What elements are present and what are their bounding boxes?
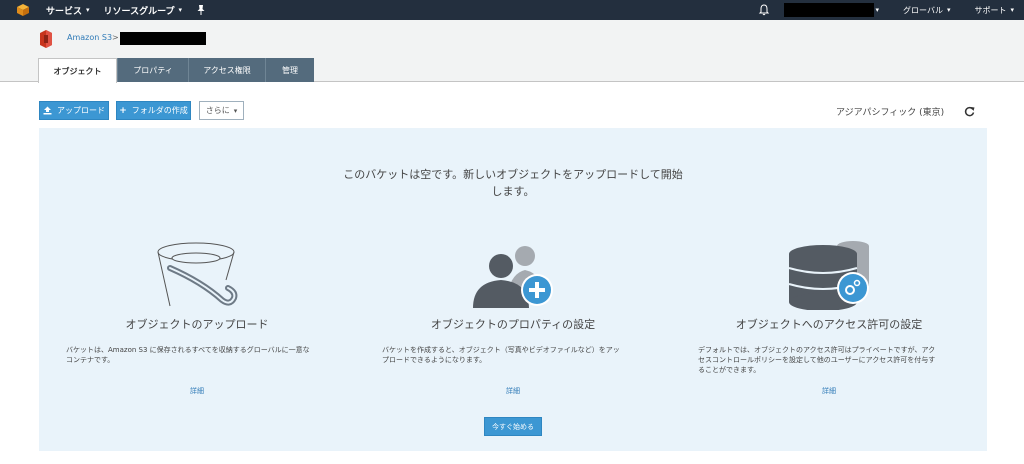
breadcrumb-amazon-s3-link[interactable]: Amazon S3 — [67, 33, 112, 42]
access-permissions-title: オブジェクトへのアクセス許可の設定 — [735, 318, 923, 331]
tab-properties-label: プロパティ — [133, 65, 173, 75]
chevron-down-icon: ▾ — [946, 6, 951, 14]
get-started-button[interactable]: 今すぐ始める — [484, 417, 542, 436]
support-menu-label: サポート — [974, 5, 1007, 15]
empty-bucket-headline: このバケットは空です。新しいオブジェクトをアップロードして開始 します。 — [39, 166, 987, 200]
refresh-icon[interactable] — [964, 106, 975, 117]
tab-management-label: 管理 — [282, 65, 298, 75]
aws-cube-logo-icon[interactable] — [14, 0, 32, 20]
desc-line: プロードできるようになります。 — [382, 356, 487, 364]
access-permissions-learn-more-link[interactable]: 詳細 — [671, 386, 987, 396]
create-folder-button-label: フォルダの作成 — [131, 106, 188, 115]
services-menu[interactable]: サービス ▾ — [46, 4, 90, 17]
more-actions-button[interactable]: さらに ▾ — [199, 101, 244, 120]
headline-line-2: します。 — [491, 185, 535, 198]
object-properties-title: オブジェクトのプロパティの設定 — [430, 318, 596, 331]
object-properties-description: バケットを作成すると、オブジェクト（写真やビデオファイルなど）をアッ プロードで… — [382, 345, 654, 365]
upload-icon — [43, 106, 52, 115]
breadcrumb-bucket-name-redacted — [120, 32, 206, 45]
top-nav-right: ▾ グローバル ▾ サポート ▾ — [758, 0, 1024, 20]
users-add-icon — [473, 246, 553, 308]
plus-icon: + — [119, 105, 127, 116]
region-menu[interactable]: グローバル ▾ — [903, 5, 950, 16]
tab-objects-label: オブジェクト — [53, 66, 102, 76]
headline-line-1: このバケットは空です。新しいオブジェクトをアップロードして開始 — [343, 168, 683, 181]
desc-line: ることができます。 — [698, 366, 761, 374]
tab-properties[interactable]: プロパティ — [117, 58, 188, 82]
pin-icon[interactable] — [196, 4, 206, 16]
bucket-icon — [157, 242, 238, 307]
region-label: アジアパシフィック (東京) — [836, 108, 945, 118]
account-menu-redacted[interactable] — [783, 3, 874, 17]
support-menu[interactable]: サポート ▾ — [974, 5, 1014, 16]
breadcrumb-separator: > — [112, 33, 119, 42]
empty-bucket-panel: このバケットは空です。新しいオブジェクトをアップロードして開始 します。 オブジ… — [39, 128, 987, 451]
upload-button[interactable]: アップロード — [39, 101, 109, 120]
services-label: サービス — [46, 6, 83, 17]
chevron-down-icon: ▾ — [875, 6, 880, 14]
chevron-down-icon: ▾ — [1010, 6, 1014, 14]
tab-objects[interactable]: オブジェクト — [38, 58, 117, 83]
create-folder-button[interactable]: + フォルダの作成 — [116, 101, 191, 120]
tab-management[interactable]: 管理 — [265, 58, 314, 82]
database-settings-icon — [788, 241, 869, 310]
chevron-down-icon: ▾ — [86, 6, 90, 14]
object-properties-learn-more-link[interactable]: 詳細 — [355, 386, 671, 396]
region-menu-label: グローバル — [903, 5, 943, 15]
upload-button-label: アップロード — [57, 106, 105, 115]
tab-permissions[interactable]: アクセス権限 — [188, 58, 265, 82]
desc-line: デフォルトでは、オブジェクトのアクセス許可はプライベートですが、アク — [698, 346, 936, 354]
bell-icon[interactable] — [758, 4, 770, 16]
bucket-tabs: オブジェクト プロパティ アクセス権限 管理 — [38, 58, 314, 83]
resource-groups-label: リソースグループ — [103, 6, 175, 17]
get-started-button-label: 今すぐ始める — [492, 422, 534, 431]
upload-objects-learn-more-link[interactable]: 詳細 — [39, 386, 355, 396]
access-permissions-description: デフォルトでは、オブジェクトのアクセス許可はプライベートですが、アク セスコント… — [698, 345, 970, 375]
desc-line: コンテナです。 — [66, 356, 115, 364]
resource-groups-menu[interactable]: リソースグループ ▾ — [104, 4, 183, 17]
chevron-down-icon: ▾ — [233, 106, 238, 115]
desc-line: セスコントロールポリシーを設定して他のユーザーにアクセス許可を付与す — [698, 356, 936, 364]
upload-objects-description: バケットは、Amazon S3 に保存されるすべてを収納するグローバルに一意な … — [66, 345, 338, 365]
more-actions-button-label: さらに — [205, 106, 230, 115]
top-nav: サービス ▾ リソースグループ ▾ ▾ グローバル ▾ サポート ▾ — [0, 0, 1024, 20]
chevron-down-icon: ▾ — [178, 6, 183, 14]
s3-service-icon — [40, 30, 52, 48]
desc-line: バケットを作成すると、オブジェクト（写真やビデオファイルなど）をアッ — [382, 346, 620, 354]
desc-line: バケットは、Amazon S3 に保存されるすべてを収納するグローバルに一意な — [66, 346, 310, 354]
tab-permissions-label: アクセス権限 — [203, 65, 251, 75]
upload-objects-title: オブジェクトのアップロード — [125, 318, 269, 331]
